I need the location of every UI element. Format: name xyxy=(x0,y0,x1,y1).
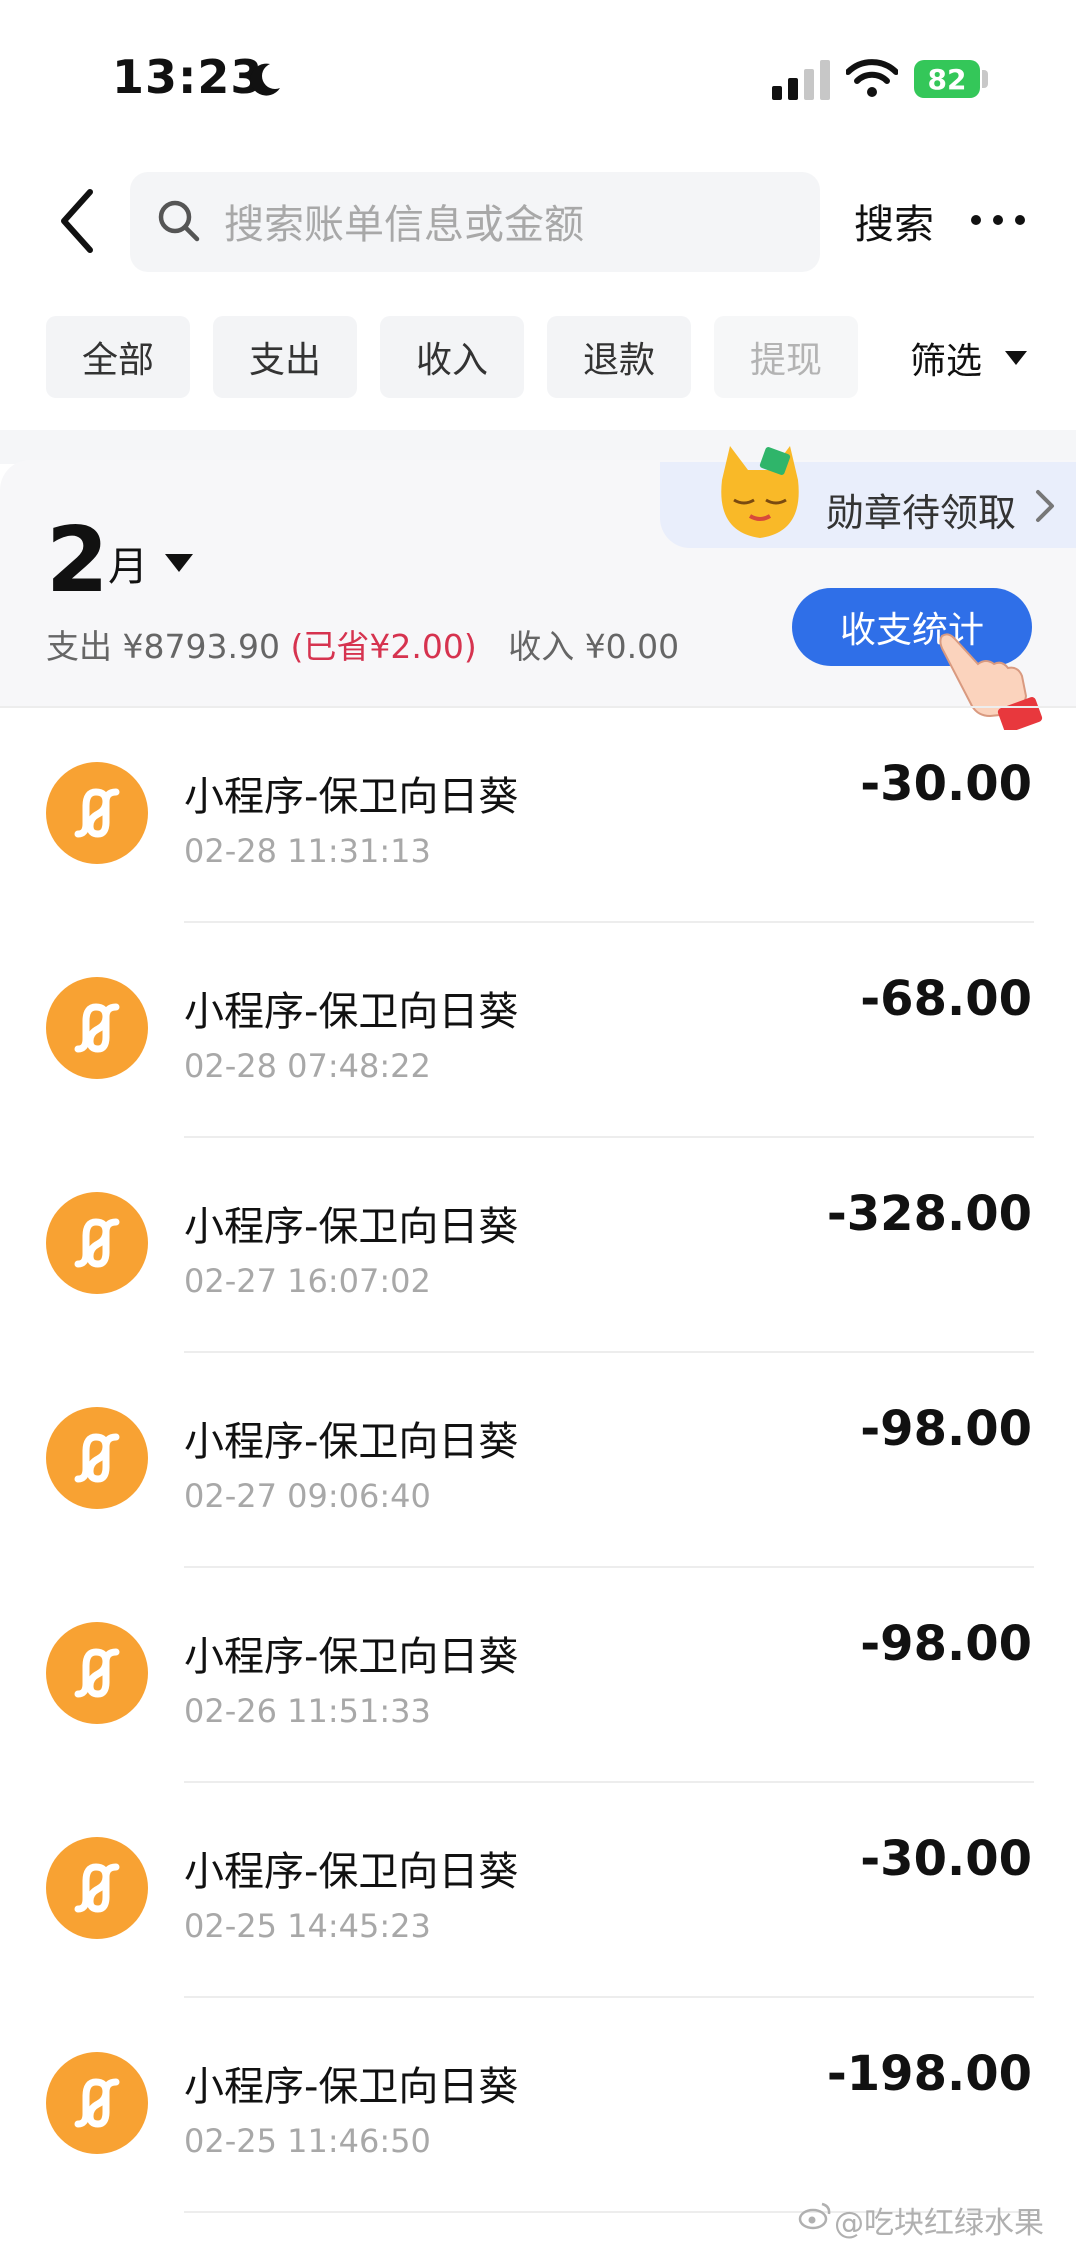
battery-tip xyxy=(982,70,988,88)
month-number[interactable]: 2 xyxy=(46,508,109,613)
month-unit[interactable]: 月 xyxy=(108,534,148,592)
badge-label: 勋章待领取 xyxy=(826,491,1017,535)
mini-program-icon xyxy=(46,762,148,864)
expense-value: ¥8793.90 xyxy=(122,627,280,666)
search-icon xyxy=(158,200,200,242)
search-placeholder: 搜索账单信息或金额 xyxy=(224,202,584,248)
transaction-time: 02-25 14:45:23 xyxy=(184,1907,431,1945)
income-value: ¥0.00 xyxy=(584,627,680,666)
transaction-amount: -328.00 xyxy=(826,1186,1032,1242)
filter-chip-all[interactable]: 全部 xyxy=(46,316,190,398)
transaction-row[interactable]: 小程序-保卫向日葵 02-27 16:07:02 -328.00 xyxy=(0,1138,1076,1353)
mini-program-icon xyxy=(46,1622,148,1724)
filter-chip-refund[interactable]: 退款 xyxy=(547,316,691,398)
transaction-title: 小程序-保卫向日葵 xyxy=(184,1634,519,1680)
month-dropdown-icon[interactable] xyxy=(164,552,194,574)
transaction-amount: -68.00 xyxy=(860,971,1032,1027)
income-label: 收入 xyxy=(508,627,575,666)
mini-program-icon xyxy=(46,1407,148,1509)
saved-amount: (已省¥2.00) xyxy=(290,627,477,666)
transaction-amount: -98.00 xyxy=(860,1401,1032,1457)
transaction-title: 小程序-保卫向日葵 xyxy=(184,1419,519,1465)
wifi-icon xyxy=(846,59,898,97)
more-icon[interactable] xyxy=(968,210,1028,230)
mini-program-icon xyxy=(46,1192,148,1294)
moon-icon xyxy=(250,63,280,96)
transaction-title: 小程序-保卫向日葵 xyxy=(184,1849,519,1895)
transaction-title: 小程序-保卫向日葵 xyxy=(184,989,519,1035)
watermark: @吃块红绿水果 xyxy=(834,2206,1044,2241)
transaction-time: 02-25 11:46:50 xyxy=(184,2122,431,2160)
chevron-right-icon xyxy=(1036,490,1054,522)
filter-button[interactable]: 筛选 xyxy=(910,332,982,384)
mini-program-icon xyxy=(46,1837,148,1939)
expense-label: 支出 xyxy=(46,627,112,666)
search-button[interactable]: 搜索 xyxy=(854,192,934,250)
transaction-amount: -98.00 xyxy=(860,1616,1032,1672)
transaction-row[interactable]: 小程序-保卫向日葵 02-26 11:51:33 -98.00 xyxy=(0,1568,1076,1783)
transaction-time: 02-28 07:48:22 xyxy=(184,1047,431,1085)
back-button[interactable] xyxy=(52,186,102,256)
mini-program-icon xyxy=(46,2052,148,2154)
transaction-row[interactable]: 小程序-保卫向日葵 02-25 14:45:23 -30.00 xyxy=(0,1783,1076,1998)
transaction-amount: -30.00 xyxy=(860,1831,1032,1887)
filter-chip-withdraw[interactable]: 提现 xyxy=(714,316,858,398)
transaction-time: 02-27 09:06:40 xyxy=(184,1477,431,1515)
battery-indicator: 82 xyxy=(914,60,980,98)
transaction-time: 02-28 11:31:13 xyxy=(184,832,431,870)
filter-chip-expense[interactable]: 支出 xyxy=(213,316,357,398)
transaction-title: 小程序-保卫向日葵 xyxy=(184,774,519,820)
battery-level: 82 xyxy=(927,62,967,96)
cellular-signal-icon xyxy=(772,60,830,100)
transaction-time: 02-26 11:51:33 xyxy=(184,1692,431,1730)
transaction-title: 小程序-保卫向日葵 xyxy=(184,2064,519,2110)
month-totals: 支出 ¥8793.90 (已省¥2.00) 收入 ¥0.00 xyxy=(46,620,679,668)
mini-program-icon xyxy=(46,977,148,1079)
caret-down-icon xyxy=(1005,351,1027,365)
weibo-logo-icon xyxy=(798,2202,831,2230)
transaction-row[interactable]: 小程序-保卫向日葵 02-27 09:06:40 -98.00 xyxy=(0,1353,1076,1568)
cat-mascot-icon xyxy=(721,446,799,538)
transaction-amount: -30.00 xyxy=(860,756,1032,812)
section-separator xyxy=(0,430,1076,464)
transaction-title: 小程序-保卫向日葵 xyxy=(184,1204,519,1250)
filter-chip-income[interactable]: 收入 xyxy=(380,316,524,398)
transaction-amount: -198.00 xyxy=(826,2046,1032,2102)
transaction-row[interactable]: 小程序-保卫向日葵 02-25 11:46:50 -198.00 xyxy=(0,1998,1076,2213)
transaction-row[interactable]: 小程序-保卫向日葵 02-28 07:48:22 -68.00 xyxy=(0,923,1076,1138)
status-time: 13:23 xyxy=(112,50,264,104)
transaction-row[interactable]: 小程序-保卫向日葵 02-28 11:31:13 -30.00 xyxy=(0,708,1076,923)
transaction-time: 02-27 16:07:02 xyxy=(184,1262,431,1300)
